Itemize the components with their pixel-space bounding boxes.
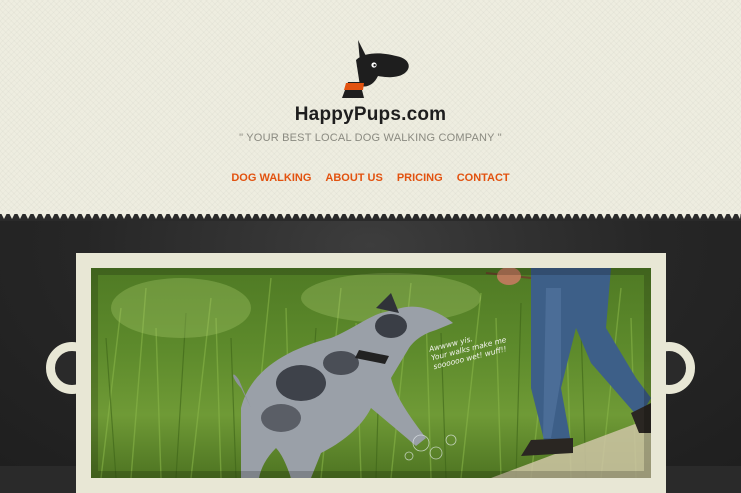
nav-contact[interactable]: CONTACT — [457, 172, 510, 184]
site-tagline: " YOUR BEST LOCAL DOG WALKING COMPANY " — [239, 132, 502, 144]
site-title: HappyPups.com — [294, 104, 447, 125]
dog-head-icon[interactable] — [338, 38, 412, 100]
zigzag-divider — [0, 211, 741, 219]
nav-pricing[interactable]: PRICING — [397, 172, 443, 184]
nav-about-us[interactable]: ABOUT US — [325, 172, 382, 184]
hero-photo — [91, 268, 651, 478]
nav-dog-walking[interactable]: DOG WALKING — [231, 172, 311, 184]
main-nav: DOG WALKING ABOUT US PRICING CONTACT — [0, 172, 741, 184]
